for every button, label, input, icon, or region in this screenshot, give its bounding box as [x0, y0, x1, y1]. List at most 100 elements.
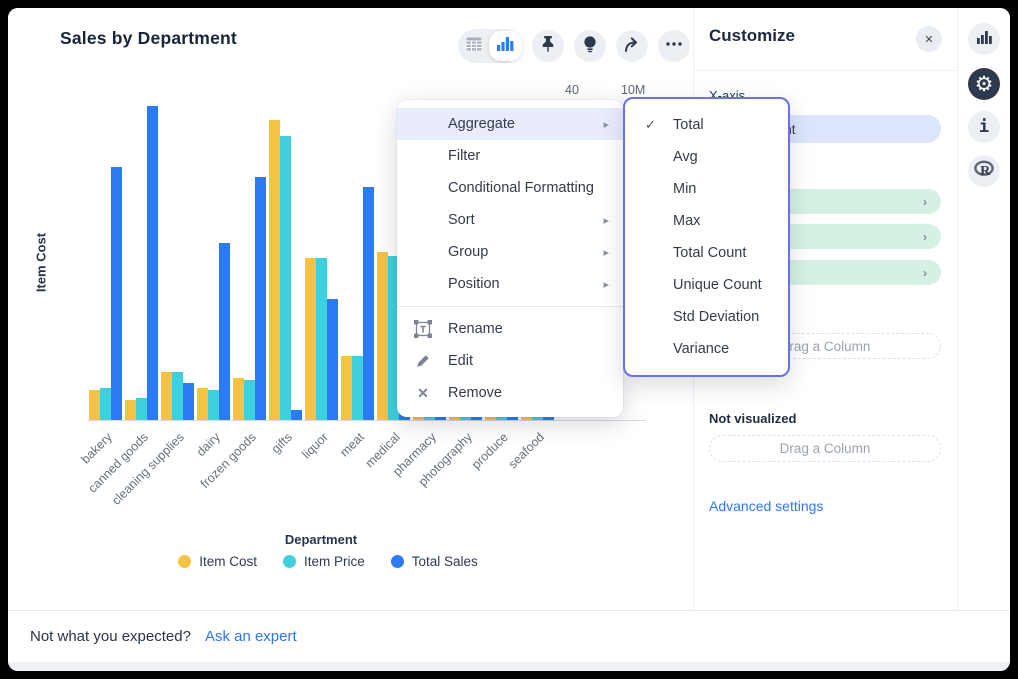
table-view-button[interactable] — [458, 29, 489, 63]
not-visualized-label: Not visualized — [709, 411, 796, 426]
submenu-item-label: Min — [673, 181, 696, 197]
submenu-item-total-count[interactable]: Total Count — [625, 237, 788, 269]
table-view-icon — [466, 37, 482, 56]
bar-total-sales-frozen-goods[interactable] — [255, 177, 266, 420]
bar-total-sales-liquor[interactable] — [327, 299, 338, 420]
menu-item-label: Sort — [448, 212, 475, 228]
pin-icon — [538, 34, 558, 59]
menu-item-label: Position — [448, 276, 500, 292]
submenu-item-avg[interactable]: Avg — [625, 141, 788, 173]
legend-item-total-sales[interactable]: Total Sales — [391, 554, 478, 569]
edit-icon — [414, 352, 432, 370]
bar-total-sales-meat[interactable] — [363, 187, 374, 420]
legend-item-item-price[interactable]: Item Price — [283, 554, 365, 569]
legend-label: Item Cost — [199, 554, 257, 569]
bar-item-price-bakery[interactable] — [100, 388, 111, 420]
menu-item-group[interactable]: Group ▸ — [397, 236, 623, 268]
more-options-button[interactable] — [658, 30, 690, 62]
bar-chart-view-icon — [497, 36, 514, 56]
close-panel-button[interactable]: ✕ — [916, 26, 942, 52]
menu-item-label: Group — [448, 244, 488, 260]
share-button[interactable] — [616, 30, 648, 62]
app-window: Sales by Department — [8, 8, 1010, 671]
advanced-settings-link[interactable]: Advanced settings — [709, 498, 823, 514]
aggregate-submenu: ✓TotalAvg Min MaxTotal Count Unique Count St… — [623, 97, 790, 377]
ask-an-expert-link[interactable]: Ask an expert — [205, 628, 297, 645]
bar-item-price-frozen-goods[interactable] — [244, 380, 255, 420]
footer-question: Not what you expected? — [30, 628, 191, 645]
lightbulb-icon — [580, 34, 600, 59]
legend-label: Item Price — [304, 554, 365, 569]
bar-item-cost-frozen-goods[interactable] — [233, 378, 244, 420]
bar-total-sales-dairy[interactable] — [219, 243, 230, 420]
bar-item-cost-bakery[interactable] — [89, 390, 100, 420]
menu-item-position[interactable]: Position ▸ — [397, 268, 623, 300]
submenu-arrow-icon: ▸ — [603, 118, 609, 131]
pin-button[interactable] — [532, 30, 564, 62]
bar-total-sales-bakery[interactable] — [111, 167, 122, 420]
info-rail-button[interactable]: i — [968, 111, 1000, 143]
menu-item-label: Remove — [448, 385, 502, 401]
bar-item-cost-cleaning-supplies[interactable] — [161, 372, 172, 420]
bar-item-cost-medical[interactable] — [377, 252, 388, 420]
menu-item-edit[interactable]: Edit — [397, 345, 623, 377]
menu-item-label: Conditional Formatting — [448, 180, 594, 196]
info-icon: i — [979, 117, 989, 137]
submenu-item-max[interactable]: Max — [625, 205, 788, 237]
bar-item-price-meat[interactable] — [352, 356, 363, 420]
bar-item-price-cleaning-supplies[interactable] — [172, 372, 183, 420]
menu-item-aggregate[interactable]: Aggregate ▸ — [397, 108, 623, 140]
menu-item-filter[interactable]: Filter — [397, 140, 623, 172]
menu-item-sort[interactable]: Sort▸ — [397, 204, 623, 236]
context-menu: Aggregate ▸ Filter Conditional Formatting So… — [397, 100, 623, 417]
menu-item-label: Edit — [448, 353, 473, 369]
chevron-right-icon: › — [923, 266, 927, 280]
bar-item-cost-meat[interactable] — [341, 356, 352, 420]
right-icon-rail: ⚙ i R — [957, 8, 1010, 610]
r-logo-rail-button[interactable]: R — [968, 155, 1000, 187]
page-title: Sales by Department — [60, 28, 237, 49]
svg-text:R: R — [980, 164, 991, 179]
chart-view-button[interactable] — [489, 31, 522, 61]
bar-item-price-gifts[interactable] — [280, 136, 291, 420]
not-visualized-drop-zone[interactable]: Drag a Column — [709, 435, 941, 462]
bar-item-cost-gifts[interactable] — [269, 120, 280, 420]
settings-rail-button[interactable]: ⚙ — [968, 68, 1000, 100]
bar-item-cost-dairy[interactable] — [197, 388, 208, 420]
bar-chart-icon — [977, 30, 992, 49]
gear-icon: ⚙ — [975, 74, 994, 95]
submenu-item-total[interactable]: ✓Total — [625, 109, 788, 141]
menu-item-rename[interactable]: Rename — [397, 313, 623, 345]
footer-bar: Not what you expected? Ask an expert — [8, 610, 1010, 662]
submenu-item-std-deviation[interactable]: Std Deviation — [625, 301, 788, 333]
rename-icon — [414, 320, 432, 338]
bar-item-price-liquor[interactable] — [316, 258, 327, 420]
submenu-item-variance[interactable]: Variance — [625, 333, 788, 365]
insights-button[interactable] — [574, 30, 606, 62]
panel-divider — [694, 70, 958, 71]
menu-item-conditional-formatting[interactable]: Conditional Formatting — [397, 172, 623, 204]
bar-item-price-canned-goods[interactable] — [136, 398, 147, 420]
menu-item-label: Aggregate — [448, 116, 515, 132]
checkmark-icon: ✓ — [645, 117, 656, 133]
share-icon — [622, 34, 642, 59]
submenu-item-label: Variance — [673, 341, 729, 357]
submenu-arrow-icon: ▸ — [603, 246, 609, 259]
close-icon: ✕ — [924, 33, 933, 46]
view-toggle[interactable] — [458, 29, 522, 63]
bar-item-price-dairy[interactable] — [208, 390, 219, 420]
bar-total-sales-cleaning-supplies[interactable] — [183, 383, 194, 420]
bar-total-sales-gifts[interactable] — [291, 410, 302, 420]
legend-item-item-cost[interactable]: Item Cost — [178, 554, 257, 569]
chart-toolbar — [458, 29, 690, 63]
x-axis-line — [88, 420, 646, 421]
submenu-item-label: Unique Count — [673, 277, 762, 293]
submenu-item-unique-count[interactable]: Unique Count — [625, 269, 788, 301]
submenu-item-min[interactable]: Min — [625, 173, 788, 205]
bar-total-sales-canned-goods[interactable] — [147, 106, 158, 420]
chart-rail-button[interactable] — [968, 23, 1000, 55]
bar-item-cost-liquor[interactable] — [305, 258, 316, 420]
menu-item-remove[interactable]: ✕Remove — [397, 377, 623, 409]
bar-item-cost-canned-goods[interactable] — [125, 400, 136, 420]
submenu-arrow-icon: ▸ — [603, 278, 609, 291]
